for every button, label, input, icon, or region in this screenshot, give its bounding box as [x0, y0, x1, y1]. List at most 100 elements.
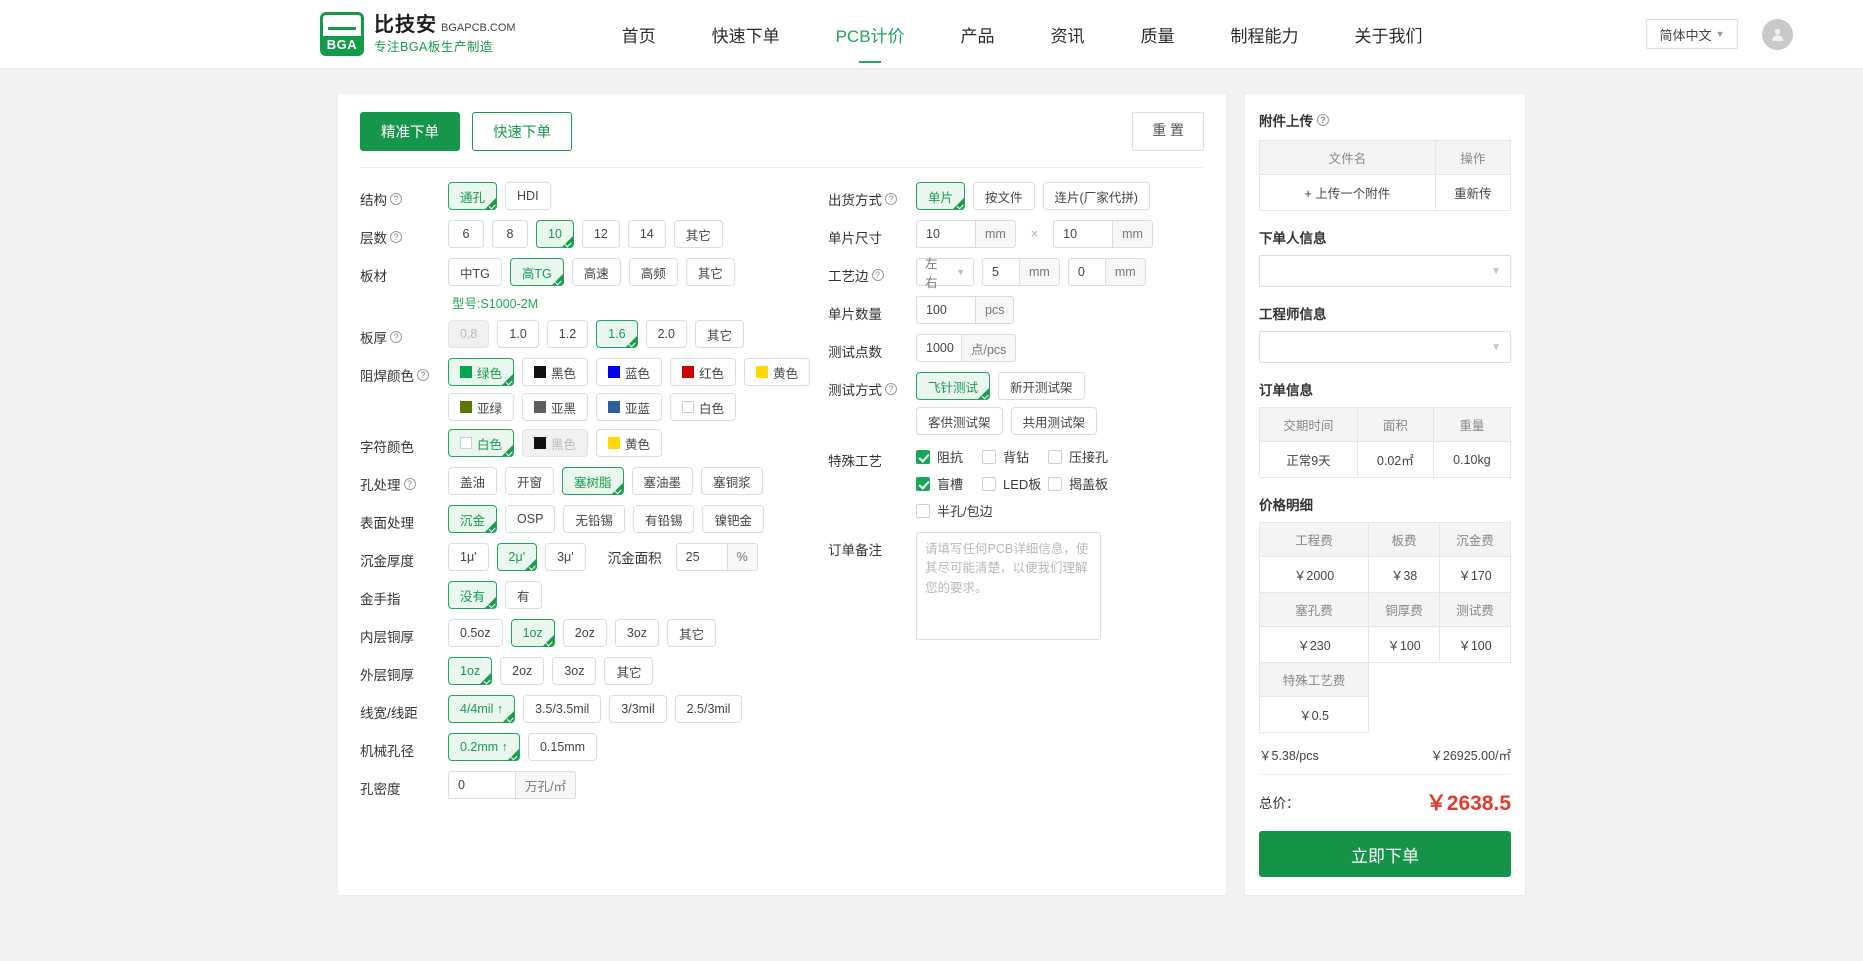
option-via-copper-paste[interactable]: 塞铜浆: [701, 467, 763, 495]
option-finish-enepig[interactable]: 镍钯金: [702, 505, 764, 533]
option-via-ink-plug[interactable]: 塞油墨: [631, 467, 694, 495]
option-material-high-tg[interactable]: 高TG: [509, 258, 564, 286]
option-mask-white[interactable]: 白色: [670, 393, 737, 421]
option-mask-black[interactable]: 黑色: [522, 358, 589, 386]
reset-button[interactable]: 重 置: [1132, 112, 1204, 151]
option-drill-0-15mm[interactable]: 0.15mm: [527, 733, 598, 761]
help-icon[interactable]: ?: [871, 269, 884, 281]
help-icon[interactable]: ?: [390, 331, 402, 343]
option-via-open-window[interactable]: 开窗: [505, 467, 555, 495]
option-trace-3-5mil[interactable]: 3.5/3.5mil: [523, 695, 602, 723]
option-drill-0-2mm[interactable]: 0.2mm ↑: [448, 733, 520, 761]
tab-precise-order[interactable]: 精准下单: [360, 112, 460, 151]
option-structure-through-hole[interactable]: 通孔: [448, 182, 498, 210]
site-logo[interactable]: BGA 比技安 BGAPCB.COM 专注BGA板生产制造: [320, 12, 516, 56]
option-delivery-panelized[interactable]: 连片(厂家代拼): [1042, 182, 1150, 210]
option-inner-copper-0-5oz[interactable]: 0.5oz: [448, 619, 503, 647]
option-outer-copper-2oz[interactable]: 2oz: [500, 657, 545, 685]
option-thickness-other[interactable]: 其它: [694, 320, 744, 348]
option-silk-yellow[interactable]: 黄色: [596, 429, 663, 457]
nav-item-capability[interactable]: 制程能力: [1229, 18, 1301, 51]
option-silk-white[interactable]: 白色: [448, 429, 515, 457]
checkbox-back-drill[interactable]: 背钻: [982, 443, 1048, 470]
nav-item-news[interactable]: 资讯: [1049, 18, 1087, 51]
option-thickness-1-0[interactable]: 1.0: [497, 320, 539, 348]
option-finish-enig[interactable]: 沉金: [448, 505, 498, 533]
option-gold-finger-yes[interactable]: 有: [505, 581, 542, 609]
option-gold-finger-none[interactable]: 没有: [448, 581, 498, 609]
option-layers-8[interactable]: 8: [492, 220, 528, 248]
option-test-customer-fixture[interactable]: 客供测试架: [916, 407, 1003, 435]
option-mask-green[interactable]: 绿色: [448, 358, 515, 386]
option-test-flying-probe[interactable]: 飞针测试: [916, 372, 991, 400]
option-delivery-by-file[interactable]: 按文件: [973, 182, 1035, 210]
panel-edge-side-select[interactable]: 左右 ▼: [916, 257, 974, 290]
option-layers-14[interactable]: 14: [627, 220, 666, 248]
nav-item-quick-order[interactable]: 快速下单: [710, 18, 782, 51]
option-gold-2u[interactable]: 2μ': [496, 543, 538, 571]
nav-item-about-us[interactable]: 关于我们: [1353, 18, 1425, 51]
gold-area-input[interactable]: 25: [675, 543, 728, 571]
hole-density-input[interactable]: 0: [448, 771, 516, 799]
help-icon[interactable]: ?: [1317, 114, 1329, 126]
order-remark-textarea[interactable]: [916, 532, 1101, 640]
option-test-new-fixture[interactable]: 新开测试架: [998, 372, 1085, 400]
option-inner-copper-1oz[interactable]: 1oz: [510, 619, 555, 647]
test-points-input[interactable]: 1000: [916, 334, 962, 362]
option-via-cover-oil[interactable]: 盖油: [448, 467, 498, 495]
panel-edge-input-1[interactable]: 5: [982, 258, 1020, 286]
engineer-info-select[interactable]: ▼: [1259, 331, 1511, 363]
help-icon[interactable]: ?: [885, 193, 897, 205]
option-inner-copper-other[interactable]: 其它: [667, 619, 717, 647]
reupload-button[interactable]: 重新传: [1434, 174, 1512, 211]
checkbox-lid-board[interactable]: 揭盖板: [1048, 470, 1114, 497]
option-outer-copper-other[interactable]: 其它: [604, 657, 654, 685]
option-material-other[interactable]: 其它: [685, 258, 735, 286]
nav-item-quality[interactable]: 质量: [1139, 18, 1177, 51]
nav-item-pcb-quote[interactable]: PCB计价: [834, 18, 907, 51]
checkbox-blind-slot[interactable]: 盲槽: [916, 470, 982, 497]
nav-item-products[interactable]: 产品: [959, 18, 997, 51]
nav-item-home[interactable]: 首页: [620, 18, 658, 51]
help-icon[interactable]: ?: [390, 193, 402, 205]
checkbox-half-hole-edge-plating[interactable]: 半孔/包边: [916, 497, 993, 524]
option-material-mid-tg[interactable]: 中TG: [448, 258, 502, 286]
option-trace-3-3mil[interactable]: 3/3mil: [609, 695, 667, 723]
option-layers-6[interactable]: 6: [448, 220, 484, 248]
option-via-resin-plug[interactable]: 塞树脂: [562, 467, 624, 495]
checkbox-led-board[interactable]: LED板: [982, 470, 1048, 497]
option-thickness-2-0[interactable]: 2.0: [645, 320, 687, 348]
option-finish-lead-free[interactable]: 无铅锡: [563, 505, 625, 533]
place-order-button[interactable]: 立即下单: [1259, 831, 1511, 877]
option-mask-matte-blue[interactable]: 亚蓝: [596, 393, 663, 421]
tab-quick-order[interactable]: 快速下单: [472, 112, 572, 151]
option-material-high-freq[interactable]: 高频: [628, 258, 678, 286]
help-icon[interactable]: ?: [417, 369, 429, 381]
option-gold-1u[interactable]: 1μ': [448, 543, 489, 571]
checkbox-press-fit-hole[interactable]: 压接孔: [1048, 443, 1114, 470]
option-mask-red[interactable]: 红色: [670, 358, 737, 386]
option-layers-10[interactable]: 10: [536, 220, 574, 248]
option-inner-copper-2oz[interactable]: 2oz: [562, 619, 607, 647]
board-width-input[interactable]: 10: [916, 220, 976, 248]
option-layers-12[interactable]: 12: [581, 220, 620, 248]
option-outer-copper-1oz[interactable]: 1oz: [448, 657, 493, 685]
help-icon[interactable]: ?: [885, 383, 897, 395]
option-outer-copper-3oz[interactable]: 3oz: [552, 657, 597, 685]
option-delivery-single[interactable]: 单片: [916, 182, 966, 210]
option-mask-matte-black[interactable]: 亚黑: [522, 393, 589, 421]
option-thickness-1-6[interactable]: 1.6: [596, 320, 638, 348]
option-test-shared-fixture[interactable]: 共用测试架: [1010, 407, 1098, 435]
checkbox-impedance[interactable]: 阻抗: [916, 443, 982, 470]
option-thickness-1-2[interactable]: 1.2: [546, 320, 589, 348]
help-icon[interactable]: ?: [390, 231, 402, 243]
option-trace-2-5-3mil[interactable]: 2.5/3mil: [674, 695, 743, 723]
option-material-high-speed[interactable]: 高速: [571, 258, 621, 286]
option-mask-matte-green[interactable]: 亚绿: [448, 393, 515, 421]
option-layers-other[interactable]: 其它: [673, 220, 723, 248]
quantity-input[interactable]: 100: [916, 296, 976, 324]
orderer-info-select[interactable]: ▼: [1259, 255, 1511, 287]
option-mask-yellow[interactable]: 黄色: [744, 358, 811, 386]
option-gold-3u[interactable]: 3μ': [545, 543, 586, 571]
option-finish-osp[interactable]: OSP: [505, 505, 556, 533]
